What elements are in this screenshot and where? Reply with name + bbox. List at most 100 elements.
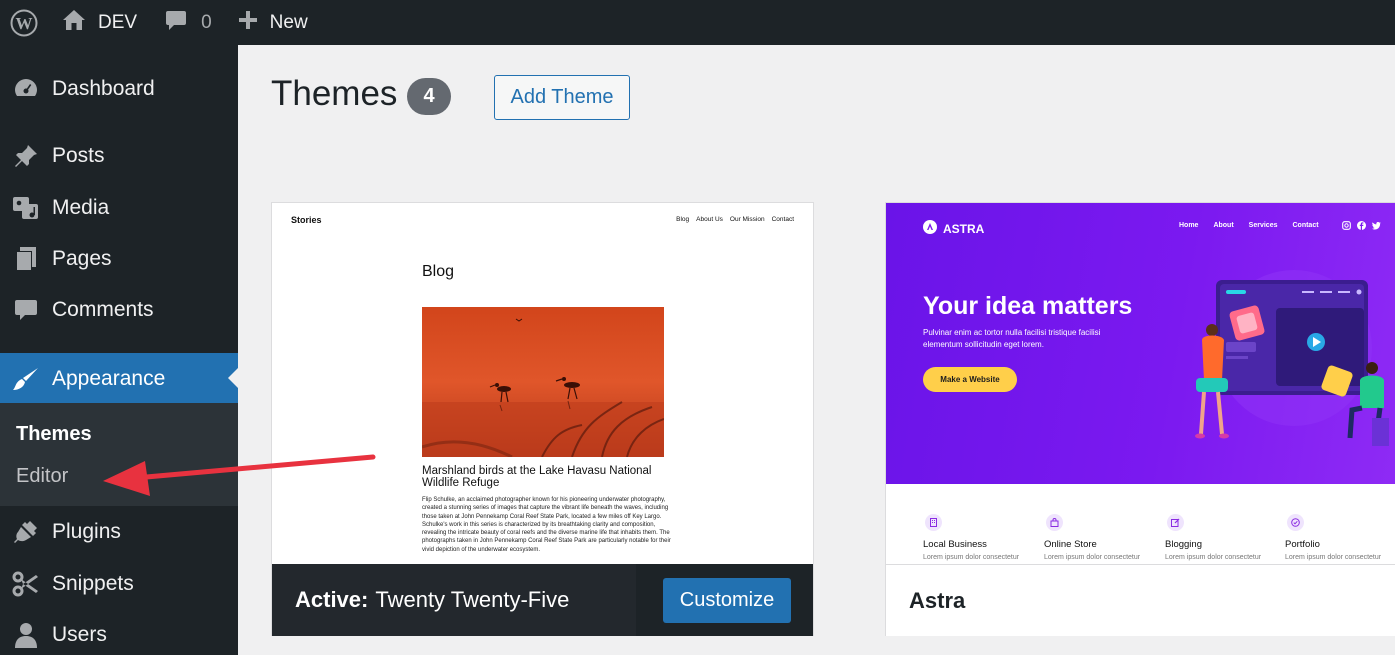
menu-item-pages[interactable]: Pages — [0, 245, 238, 273]
new-label: New — [269, 11, 308, 33]
preview-illustration — [1195, 270, 1389, 446]
preview-nav: Home About Services Contact — [1179, 222, 1319, 229]
preview-feature-label: Portfolio — [1285, 539, 1320, 550]
preview-feature-desc: Lorem ipsum dolor consectetur — [1165, 554, 1262, 561]
preview-social-icons — [1342, 221, 1381, 230]
submenu-item-editor[interactable]: Editor — [16, 465, 68, 488]
theme-card-twenty-twenty-five[interactable]: Stories Blog About Us Our Mission Contac… — [271, 202, 814, 636]
preview-feature-label: Online Store — [1044, 539, 1097, 550]
admin-sidebar: Dashboard Posts Media Pages Comments App… — [0, 45, 238, 655]
preview-nav-item: Contact — [1292, 222, 1319, 229]
preview-page-heading: Blog — [422, 263, 455, 280]
preview-bird-photo — [422, 307, 664, 457]
dashboard-icon — [0, 77, 52, 101]
plug-icon — [0, 519, 52, 545]
menu-label-posts: Posts — [52, 144, 105, 167]
theme-card-footer: Astra — [886, 564, 1395, 636]
menu-label-pages: Pages — [52, 247, 112, 270]
preview-site-title: Stories — [291, 215, 322, 225]
theme-card-astra[interactable]: ASTRA Home About Services Contact Your i… — [885, 202, 1395, 636]
astra-logo-icon — [923, 220, 937, 237]
preview-post-excerpt: Flip Schulke, an acclaimed photographer … — [422, 497, 671, 553]
active-theme-name: Active: Twenty Twenty-Five — [272, 564, 636, 636]
preview-feature: Blogging Lorem ipsum dolor consectetur — [1165, 514, 1261, 561]
menu-item-plugins[interactable]: Plugins — [0, 518, 238, 546]
annotation-arrow-icon — [103, 454, 376, 496]
active-label: Active: — [295, 587, 369, 612]
menu-item-comments[interactable]: Comments — [0, 296, 238, 324]
twitter-icon — [1372, 222, 1381, 230]
preview-brand-name: ASTRA — [943, 221, 985, 236]
preview-feature-desc: Lorem ipsum dolor consectetur — [923, 554, 1020, 561]
menu-label-appearance: Appearance — [52, 366, 166, 390]
preview-subtext: Pulvinar enim ac tortor nulla facilisi t… — [923, 328, 1101, 349]
preview-hero: ASTRA Home About Services Contact Your i… — [886, 203, 1395, 484]
preview-feature-label: Blogging — [1165, 539, 1202, 550]
submenu-item-themes[interactable]: Themes — [16, 423, 92, 446]
preview-brand: ASTRA — [923, 220, 984, 237]
svg-text:W: W — [16, 14, 33, 33]
preview-cta-button: Make a Website — [923, 367, 1017, 392]
brush-icon — [0, 366, 52, 392]
edit-icon — [1167, 514, 1184, 531]
preview-nav-item: Services — [1248, 222, 1278, 229]
comments-count: 0 — [201, 11, 212, 33]
preview-nav-item: About — [1213, 222, 1234, 229]
preview-nav-item: About Us — [696, 216, 723, 223]
facebook-icon — [1357, 221, 1366, 230]
preview-feature: Online Store Lorem ipsum dolor consectet… — [1044, 514, 1140, 561]
menu-label-media: Media — [52, 196, 110, 219]
preview-nav-item: Blog — [676, 216, 690, 223]
preview-feature: Portfolio Lorem ipsum dolor consectetur — [1285, 514, 1381, 561]
home-icon — [62, 9, 86, 37]
page-title: Themes — [271, 74, 398, 113]
menu-label-dashboard: Dashboard — [52, 77, 155, 100]
menu-item-posts[interactable]: Posts — [0, 142, 238, 170]
media-icon — [0, 195, 52, 221]
scissors-icon — [0, 571, 52, 597]
theme-screenshot[interactable]: ASTRA Home About Services Contact Your i… — [886, 203, 1395, 564]
preview-features: Local Business Lorem ipsum dolor consect… — [886, 484, 1395, 564]
preview-feature-desc: Lorem ipsum dolor consectetur — [1285, 554, 1382, 561]
new-content-link[interactable]: New — [212, 0, 308, 45]
preview-feature-desc: Lorem ipsum dolor consectetur — [1044, 554, 1141, 561]
menu-item-users[interactable]: Users — [0, 621, 238, 649]
plus-icon — [238, 10, 258, 36]
shopping-bag-icon — [1046, 514, 1063, 531]
preview-post-title: Marshland birds at the Lake Havasu Natio… — [422, 465, 652, 489]
preview-nav-item: Our Mission — [729, 216, 765, 223]
theme-card-footer: Active: Twenty Twenty-Five Customize — [272, 564, 813, 636]
menu-item-dashboard[interactable]: Dashboard — [0, 75, 238, 103]
wordpress-logo-icon[interactable]: W — [0, 0, 48, 45]
theme-screenshot[interactable]: Stories Blog About Us Our Mission Contac… — [272, 203, 813, 564]
pages-icon — [0, 246, 52, 272]
comment-bubble-icon — [165, 9, 187, 37]
menu-item-snippets[interactable]: Snippets — [0, 570, 238, 598]
menu-label-comments: Comments — [52, 298, 154, 321]
menu-label-users: Users — [52, 623, 107, 646]
theme-name: Astra — [909, 587, 966, 613]
user-icon — [0, 622, 52, 648]
menu-label-plugins: Plugins — [52, 520, 121, 543]
menu-item-appearance[interactable]: Appearance — [0, 353, 238, 404]
preview-feature-label: Local Business — [923, 539, 987, 550]
comment-icon — [0, 298, 52, 322]
preview-nav: Blog About Us Our Mission Contact — [676, 216, 794, 223]
theme-name: Twenty Twenty-Five — [375, 587, 570, 612]
site-name-link[interactable]: DEV — [48, 0, 137, 45]
customize-button[interactable]: Customize — [663, 578, 791, 623]
check-circle-icon — [1287, 514, 1304, 531]
menu-label-snippets: Snippets — [52, 572, 134, 595]
preview-headline: Your idea matters — [923, 292, 1133, 320]
menu-item-media[interactable]: Media — [0, 194, 238, 222]
comments-link[interactable]: 0 — [137, 0, 212, 45]
preview-nav-item: Home — [1179, 222, 1199, 229]
pin-icon — [0, 143, 52, 169]
preview-feature: Local Business Lorem ipsum dolor consect… — [923, 514, 1019, 561]
add-theme-button[interactable]: Add Theme — [494, 75, 630, 120]
site-name: DEV — [98, 11, 138, 33]
admin-bar: W DEV 0 New — [0, 0, 1395, 45]
preview-nav-item: Contact — [771, 216, 794, 223]
theme-count-badge: 4 — [407, 78, 451, 115]
instagram-icon — [1342, 221, 1351, 230]
